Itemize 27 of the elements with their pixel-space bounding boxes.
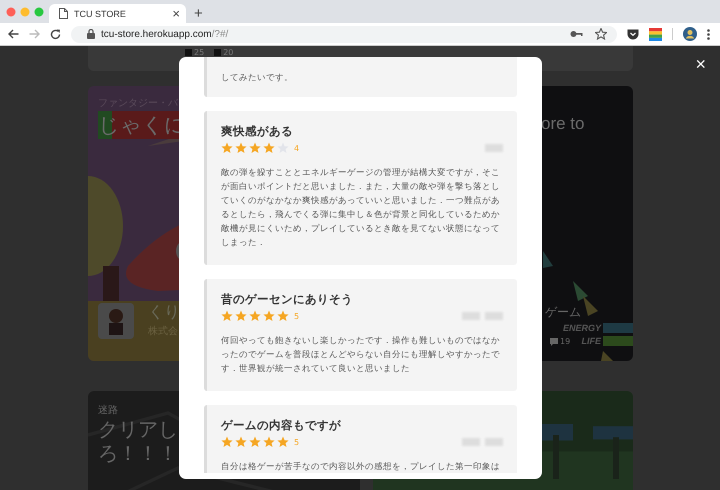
- rating-value: 5: [294, 438, 300, 446]
- review-text: 自分は格ゲーが苦手なので内容以外の感想を，プレイした第一印象は: [221, 460, 501, 473]
- rating-value: 5: [294, 312, 300, 320]
- game-subtitle: ゲーム: [545, 304, 581, 321]
- browser-tab[interactable]: TCU STORE ×: [49, 4, 186, 23]
- review-title: 昔のゲーセンにありそう: [221, 292, 354, 307]
- like-count: 25: [185, 48, 204, 57]
- review-text: 何回やっても飽きないし楽しかったです．操作も難しいものではなかったのでゲームを普段ほとんどやらない自分にも理解しやすかったです．世界観が統一されていて良いと思いました: [221, 335, 501, 376]
- review-title: ゲームの内容もですが: [221, 418, 342, 433]
- close-tab-button[interactable]: ×: [172, 7, 180, 20]
- app-name: くり: [148, 302, 180, 323]
- review-text: してみたいです。: [221, 72, 294, 85]
- rating-value: 4: [294, 144, 300, 152]
- comment-count: 20: [214, 48, 234, 57]
- genre-label: 迷路: [98, 404, 118, 417]
- tab-title: TCU STORE: [74, 8, 127, 18]
- review-title: 爽快感がある: [221, 124, 294, 139]
- url-text: tcu-store.herokuapp.com/?#/: [101, 28, 228, 40]
- address-field[interactable]: tcu-store.herokuapp.com/?#/: [71, 26, 617, 42]
- comment-count: 19: [550, 337, 570, 346]
- game-title: ore to: [541, 114, 584, 134]
- life-label: LIFE: [582, 336, 601, 346]
- energy-label: ENERGY: [562, 323, 601, 333]
- close-button[interactable]: ×: [695, 55, 706, 73]
- new-tab-button[interactable]: +: [194, 6, 203, 21]
- review-text: 敵の弾を躱すこととエネルギーゲージの管理が結構大変ですが，そこが面白いポイントだと思いました．また，大量の敵や弾を撃ち落としていくのがなかなか爽快感があっていいと思いました．一つ難点があるとしたら，飛んでくる弾に集中し＆色が背景と同化しているためか敵機が見にくいため，プレイしているとき敵を見てない状態になってしまった．: [221, 166, 501, 250]
- game-title: クリアし ろ！！！: [98, 417, 178, 465]
